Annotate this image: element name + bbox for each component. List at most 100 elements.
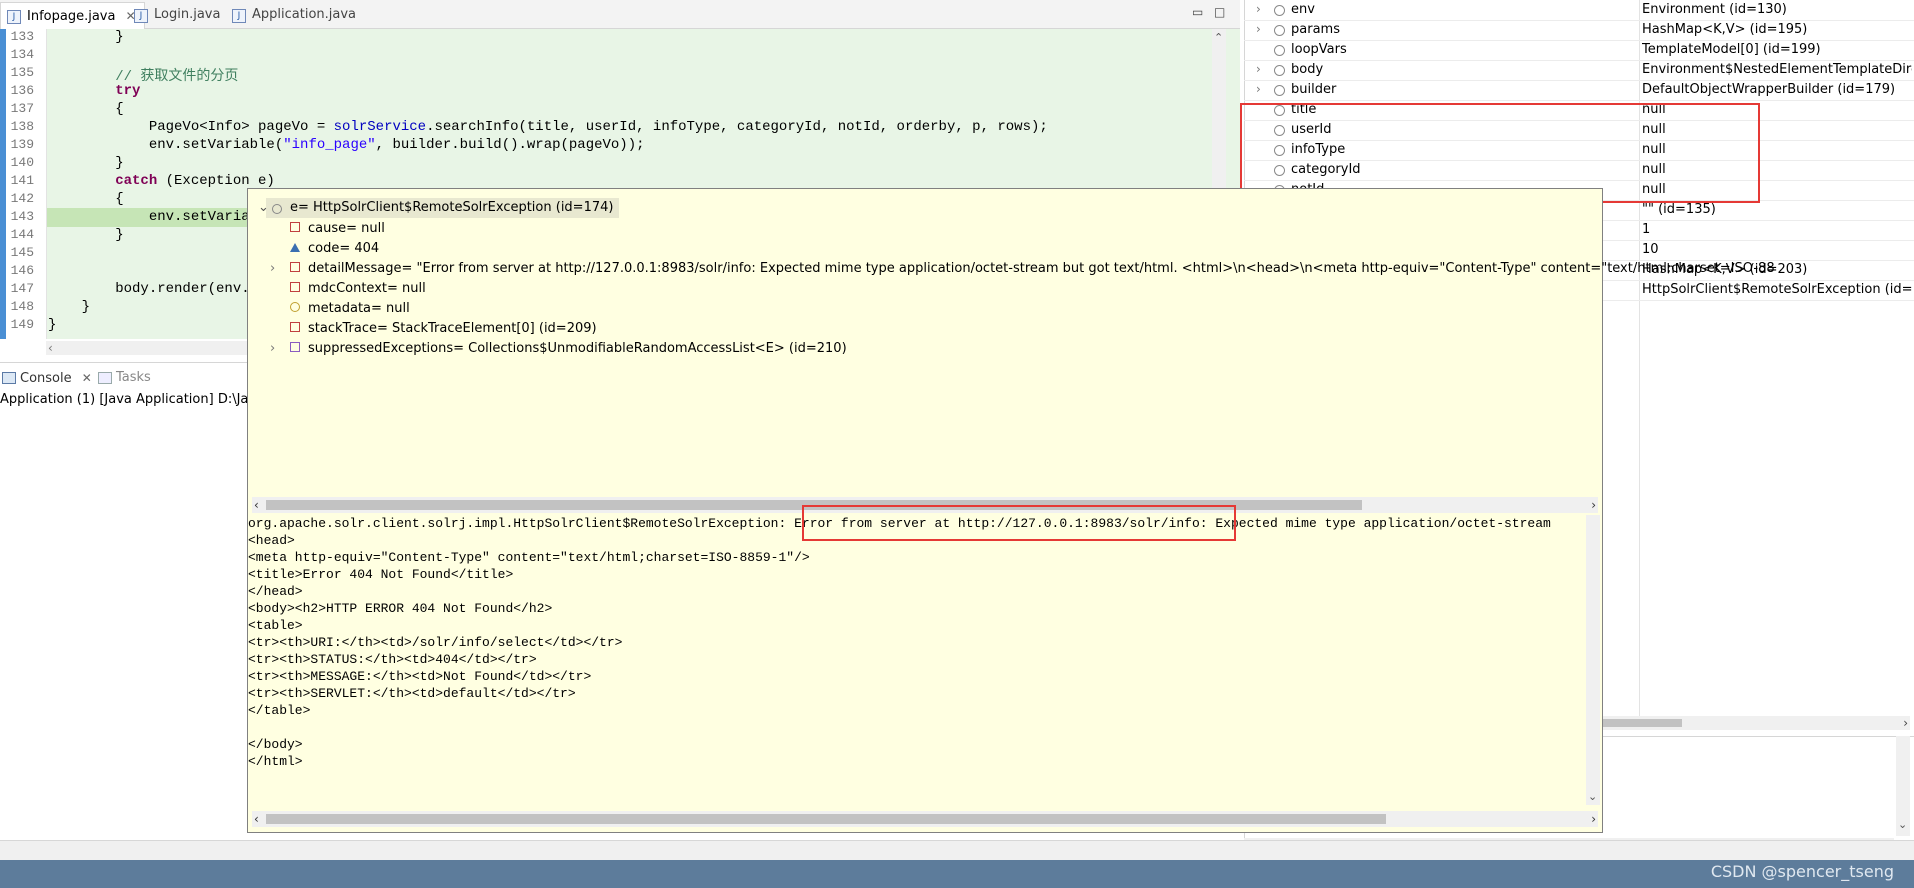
scroll-left-icon[interactable]: ‹ [254, 811, 259, 827]
line-number: 146 [10, 263, 34, 278]
line-number: 142 [10, 191, 34, 206]
variable-value: TemplateModel[0] (id=199) [1642, 42, 1821, 57]
exception-root-node[interactable]: ⌄ e= HttpSolrClient$RemoteSolrException … [258, 198, 620, 218]
maximize-icon[interactable]: □ [1214, 6, 1226, 18]
highlight-box-error-url [802, 505, 1236, 541]
java-file-icon: J [232, 9, 246, 23]
minimize-icon[interactable]: ▭ [1192, 6, 1204, 18]
code-line: body.render(env.g [48, 281, 259, 297]
scroll-right-icon[interactable]: › [1591, 811, 1596, 827]
line-number: 144 [10, 227, 34, 242]
line-number: 141 [10, 173, 34, 188]
expand-icon[interactable]: › [1256, 62, 1261, 76]
code-line: } [48, 299, 91, 315]
variable-row[interactable]: loopVars TemplateModel[0] (id=199) [1244, 40, 1914, 61]
field-row[interactable]: mdcContext= null [290, 279, 426, 299]
editor-tab-bar: J Infopage.java ✕ J Login.java J Applica… [0, 0, 1240, 29]
variable-row[interactable]: › env Environment (id=130) [1244, 0, 1914, 21]
expand-icon[interactable]: › [1256, 22, 1261, 36]
code-segment: .searchInfo(title, userId, infoType, cat… [426, 119, 1048, 135]
field-text: cause= null [308, 221, 385, 236]
detail-vertical-scrollbar[interactable]: ⌄ [1896, 736, 1910, 836]
code-line: env.setVariable("info_page", builder.bui… [48, 137, 645, 153]
line-number: 148 [10, 299, 34, 314]
tab-label: Console [20, 371, 72, 386]
expand-icon[interactable]: › [270, 259, 275, 279]
scroll-right-icon[interactable]: › [1591, 497, 1596, 513]
scroll-right-icon[interactable]: › [1903, 716, 1908, 730]
field-icon [1274, 65, 1285, 76]
variable-name: env [1291, 2, 1315, 17]
scroll-thumb[interactable] [1602, 719, 1682, 727]
code-segment: , builder.build().wrap(pageVo)); [375, 137, 645, 153]
expand-icon[interactable]: › [270, 339, 275, 359]
scroll-thumb[interactable] [266, 814, 1386, 824]
taskbar [0, 860, 1914, 888]
close-icon[interactable]: ✕ [82, 371, 92, 385]
line-number: 140 [10, 155, 34, 170]
tab-label: Infopage.java [27, 9, 116, 24]
scroll-left-icon[interactable]: ‹ [48, 341, 53, 355]
code-line: } [48, 155, 124, 171]
field-row[interactable]: stackTrace= StackTraceElement[0] (id=209… [290, 319, 597, 339]
variable-row[interactable]: › body Environment$NestedElementTemplateDi… [1244, 60, 1914, 81]
line-number: 139 [10, 137, 34, 152]
private-field-icon [290, 222, 300, 232]
field-row[interactable]: › detailMessage= "Error from server at ht… [270, 259, 1775, 279]
tab-infopage-java[interactable]: J Infopage.java ✕ [0, 2, 145, 29]
final-field-icon [290, 282, 300, 292]
line-number: 134 [10, 47, 34, 62]
variable-value: 10 [1642, 242, 1659, 257]
expand-icon[interactable]: › [1256, 2, 1261, 16]
code-line: PageVo<Info> pageVo = solrService.search… [48, 119, 1048, 135]
console-icon [2, 372, 16, 384]
expand-icon[interactable]: › [1256, 82, 1261, 96]
console-process-label: Application (1) [Java Application] D:\Ja… [0, 392, 250, 407]
java-file-icon: J [7, 10, 21, 24]
private-field-icon [290, 262, 300, 272]
scroll-left-icon[interactable]: ‹ [254, 497, 259, 513]
scroll-down-icon[interactable]: ⌄ [1898, 818, 1907, 831]
tab-login-java[interactable]: J Login.java [128, 2, 228, 28]
variable-value: Environment$NestedElementTemplateDirecti… [1642, 62, 1912, 77]
detail-pane-text[interactable]: org.apache.solr.client.solrj.impl.HttpSo… [248, 515, 1584, 805]
scroll-down-icon[interactable]: ⌄ [1588, 790, 1597, 803]
tab-tasks[interactable]: Tasks [96, 366, 151, 390]
variable-name: loopVars [1291, 42, 1347, 57]
inspect-popup[interactable]: ⌄ e= HttpSolrClient$RemoteSolrException … [247, 188, 1775, 833]
detail-horizontal-scrollbar[interactable]: ‹ › [252, 811, 1598, 827]
tab-label: Tasks [116, 370, 151, 385]
code-line: env.setVariab [48, 209, 259, 225]
variable-row[interactable]: › builder DefaultObjectWrapperBuilder (id=… [1244, 80, 1914, 101]
collapse-icon[interactable]: ⌄ [258, 198, 269, 218]
field-row[interactable]: cause= null [290, 219, 385, 239]
field-row[interactable]: › suppressedExceptions= Collections$Unmod… [270, 339, 847, 359]
field-icon [1274, 5, 1285, 16]
code-segment: env.setVariable( [48, 137, 284, 153]
detail-vertical-scrollbar[interactable]: ⌄ [1586, 515, 1600, 805]
package-field-icon [290, 302, 300, 312]
line-number: 145 [10, 245, 34, 260]
field-text: stackTrace= StackTraceElement[0] (id=209… [308, 321, 597, 336]
code-comment: // 获取文件的分页 [48, 69, 239, 85]
variables-horizontal-scrollbar[interactable]: › [1600, 716, 1910, 730]
line-number: 135 [10, 65, 34, 80]
scroll-up-icon[interactable]: ⌃ [1214, 31, 1223, 44]
field-row[interactable]: metadata= null [290, 299, 410, 319]
status-bar [0, 840, 1914, 861]
field-text: mdcContext= null [308, 281, 426, 296]
tab-application-java[interactable]: J Application.java [226, 2, 364, 28]
line-number: 147 [10, 281, 34, 296]
tab-console[interactable]: Console ✕ [0, 366, 92, 390]
variable-value: HttpSolrClient$RemoteSolrException (id=1… [1642, 282, 1912, 297]
field-row[interactable]: code= 404 [290, 239, 379, 259]
protected-field-icon [290, 243, 300, 252]
line-number: 137 [10, 101, 34, 116]
line-number: 138 [10, 119, 34, 134]
variable-name: params [1291, 22, 1340, 37]
root-label: e= HttpSolrClient$RemoteSolrException (i… [290, 200, 614, 215]
variable-row[interactable]: › params HashMap<K,V> (id=195) [1244, 20, 1914, 41]
code-string: "info_page" [283, 137, 376, 153]
code-field: solrService [333, 119, 427, 135]
code-keyword: try [48, 83, 141, 99]
